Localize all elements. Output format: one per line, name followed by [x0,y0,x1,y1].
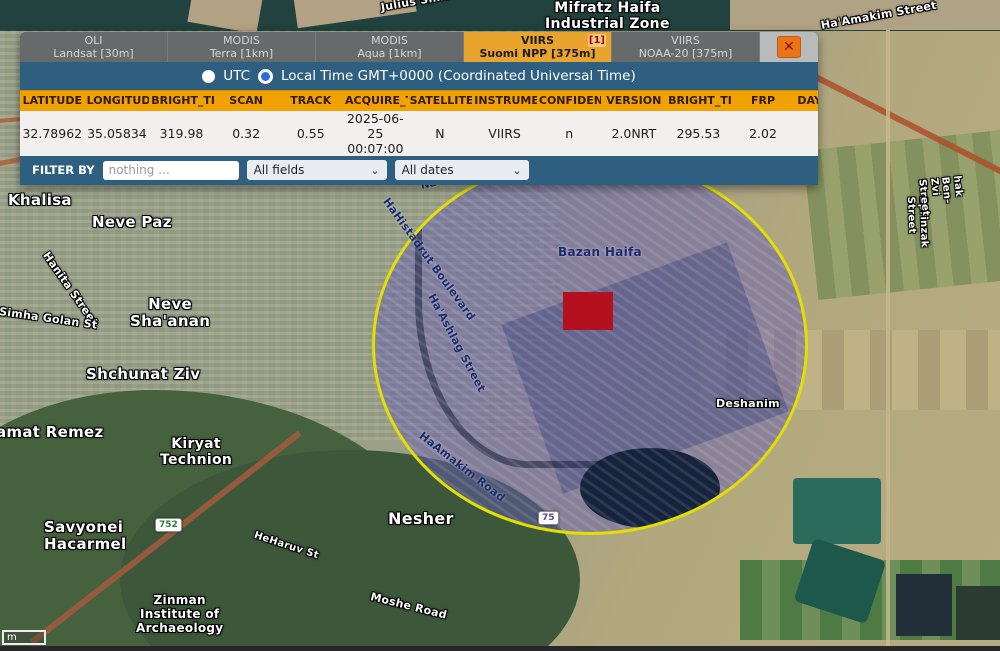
table-row[interactable]: 32.7896235.05834319.980.320.552025-06-25… [20,111,818,156]
map-scale-bar: m [2,630,46,645]
column-header[interactable]: SATELLITE [408,91,473,111]
tab-oli-landsat[interactable]: OLILandsat [30m] [20,32,168,62]
table-cell: VIIRS [472,111,537,156]
close-icon[interactable]: ✕ [777,36,801,58]
column-header[interactable]: LONGITUDE [85,91,150,111]
table-cell: N [795,111,818,156]
column-header[interactable]: BRIGHT_TI5 [666,91,731,111]
overlay-texture [375,158,805,532]
tab-viirs-noaa20[interactable]: VIIRSNOAA-20 [375m] [612,32,760,62]
table-cell: 0.32 [214,111,279,156]
filter-text-input[interactable] [103,161,239,180]
column-header[interactable]: DAYNIGHT [795,91,818,111]
dark-field [896,574,952,636]
table-header-row: LATITUDELONGITUDEBRIGHT_TI4SCANTRACKACQU… [20,91,818,111]
tab-viirs-snpp[interactable]: VIIRSSuomi NPP [375m][1] [464,32,612,62]
column-header[interactable]: BRIGHT_TI4 [149,91,214,111]
utc-radio[interactable] [202,70,215,83]
filter-dates-value: All dates [402,163,454,177]
tabbar-end: ✕ [760,32,818,62]
table-cell: 319.98 [149,111,214,156]
fire-pixel-marker[interactable] [563,292,613,330]
column-header[interactable]: SCAN [214,91,279,111]
table-cell: 2.02 [731,111,796,156]
filter-dates-select[interactable]: All dates ⌄ [395,160,529,180]
detection-radius-circle [372,155,808,535]
column-header[interactable]: TRACK [278,91,343,111]
utc-label: UTC [223,68,250,84]
filter-fields-value: All fields [254,163,305,177]
table-cell: n [537,111,602,156]
column-header[interactable]: INSTRUMENT [472,91,537,111]
filter-fields-select[interactable]: All fields ⌄ [247,160,387,180]
dark-field [956,586,1000,640]
table-cell: N [408,111,473,156]
chevron-down-icon: ⌄ [370,164,379,177]
chevron-down-icon: ⌄ [512,164,521,177]
tab-modis-terra[interactable]: MODISTerra [1km] [168,32,316,62]
sensor-tabs: OLILandsat [30m]MODISTerra [1km]MODISAqu… [20,32,818,62]
column-header[interactable]: CONFIDENCE [537,91,602,111]
fire-table: LATITUDELONGITUDEBRIGHT_TI4SCANTRACKACQU… [20,90,818,156]
shore-land [730,0,1000,30]
column-header[interactable]: ACQUIRE_TIME [343,91,408,111]
tab-count-badge: [1] [588,34,606,47]
fire-data-panel: OLILandsat [30m]MODISTerra [1km]MODISAqu… [20,32,818,185]
fire-table-wrap: LATITUDELONGITUDEBRIGHT_TI4SCANTRACKACQU… [20,90,818,156]
table-cell: 2025-06-25 00:07:00 [343,111,408,156]
table-cell: 295.53 [666,111,731,156]
table-cell: 35.05834 [85,111,150,156]
local-time-radio[interactable] [258,69,273,84]
column-header[interactable]: FRP [731,91,796,111]
satellite-map[interactable]: Julius Simon StreetMifratz Haifa Industr… [0,0,1000,651]
table-body: 32.7896235.05834319.980.320.552025-06-25… [20,111,818,156]
filter-by-label: FILTER BY [32,163,95,177]
table-cell: 0.55 [278,111,343,156]
table-cell: 2.0NRT [601,111,666,156]
road [886,30,890,650]
filter-row: FILTER BY All fields ⌄ All dates ⌄ [20,156,818,185]
time-toggle-row: UTC Local Time GMT+0000 (Coordinated Uni… [20,62,818,90]
column-header[interactable]: VERSION [601,91,666,111]
column-header[interactable]: LATITUDE [20,91,85,111]
table-cell: 32.78962 [20,111,85,156]
bottom-attribution-bar [0,646,1000,651]
local-time-label: Local Time GMT+0000 (Coordinated Univers… [281,68,636,84]
reservoir [793,478,881,544]
tab-modis-aqua[interactable]: MODISAqua [1km] [316,32,464,62]
